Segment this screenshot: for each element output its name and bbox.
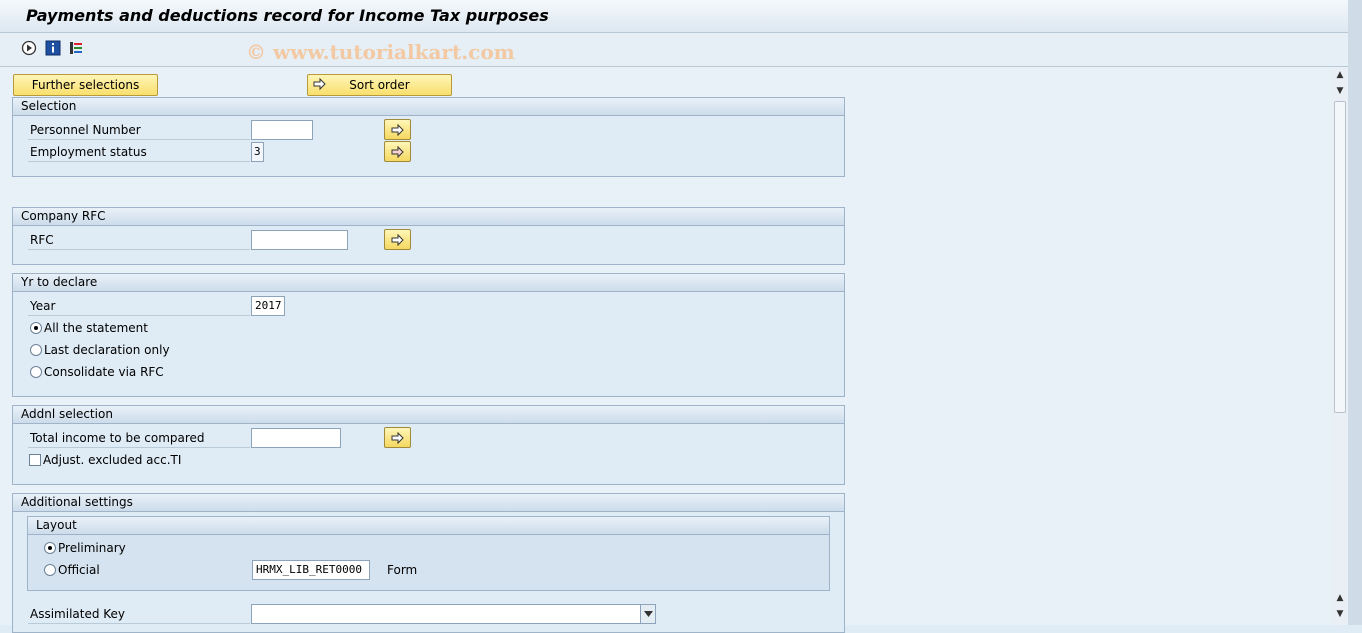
official-label: Official — [58, 563, 100, 577]
adjust-excluded-checkbox[interactable] — [29, 454, 41, 466]
company-rfc-header: Company RFC — [13, 208, 844, 226]
label-underline — [28, 623, 250, 624]
year-label: Year — [30, 299, 56, 313]
vertical-scrollbar[interactable]: ▲ ▼ ▲ ▼ — [1332, 67, 1348, 625]
label-underline — [28, 139, 250, 140]
dropdown-arrow-icon[interactable] — [640, 605, 655, 623]
arrow-right-icon — [391, 145, 404, 158]
employment-status-input[interactable]: 3 — [251, 142, 264, 162]
rfc-input[interactable] — [251, 230, 348, 250]
total-income-multiple-selection-button[interactable] — [384, 427, 411, 448]
scroll-up-icon[interactable]: ▲ — [1335, 593, 1345, 603]
scrollbar-thumb[interactable] — [1334, 101, 1346, 413]
total-income-label: Total income to be compared — [30, 431, 205, 445]
year-to-declare-group: Yr to declare Year 2017 All the statemen… — [12, 273, 845, 397]
employment-status-multiple-selection-button[interactable] — [384, 141, 411, 162]
arrow-right-icon — [391, 431, 404, 444]
label-underline — [28, 315, 250, 316]
arrow-right-icon — [391, 123, 404, 136]
addnl-selection-header: Addnl selection — [13, 406, 844, 424]
application-toolbar: © www.tutorialkart.com — [0, 33, 1348, 67]
official-radio[interactable] — [44, 564, 56, 576]
page-title: Payments and deductions record for Incom… — [26, 6, 549, 25]
addnl-selection-group: Addnl selection Total income to be compa… — [12, 405, 845, 485]
rfc-multiple-selection-button[interactable] — [384, 229, 411, 250]
watermark: © www.tutorialkart.com — [246, 40, 515, 64]
company-rfc-group: Company RFC RFC — [12, 207, 845, 265]
selection-group: Selection Personnel Number Employment st… — [12, 97, 845, 177]
label-underline — [28, 161, 250, 162]
sort-order-label: Sort order — [349, 78, 410, 92]
execute-icon[interactable] — [21, 40, 37, 56]
further-selections-button[interactable]: Further selections — [13, 74, 158, 96]
label-underline — [28, 447, 250, 448]
variant-icon[interactable] — [69, 40, 85, 56]
consolidate-rfc-radio[interactable] — [30, 366, 42, 378]
personnel-number-label: Personnel Number — [30, 123, 141, 137]
consolidate-rfc-label: Consolidate via RFC — [44, 365, 164, 379]
scroll-down-icon[interactable]: ▼ — [1335, 86, 1345, 96]
assimilated-key-dropdown[interactable] — [251, 604, 656, 624]
preliminary-radio[interactable] — [44, 542, 56, 554]
layout-group: Layout Preliminary Official HRMX_LIB_RET… — [27, 516, 830, 591]
additional-settings-group: Additional settings Layout Preliminary O… — [12, 493, 845, 633]
year-to-declare-header: Yr to declare — [13, 274, 844, 292]
preliminary-label: Preliminary — [58, 541, 126, 555]
label-underline — [28, 249, 250, 250]
additional-settings-header: Additional settings — [13, 494, 844, 512]
assimilated-key-label: Assimilated Key — [30, 607, 126, 621]
employment-status-label: Employment status — [30, 145, 147, 159]
personnel-number-input[interactable] — [251, 120, 313, 140]
sort-order-button[interactable]: Sort order — [307, 74, 452, 96]
selection-header: Selection — [13, 98, 844, 116]
arrow-right-icon — [313, 77, 327, 97]
arrow-right-icon — [391, 233, 404, 246]
window-edge — [1348, 0, 1362, 625]
all-statement-radio[interactable] — [30, 322, 42, 334]
selection-screen: Further selections Sort order Selection … — [0, 67, 1332, 633]
last-declaration-label: Last declaration only — [44, 343, 170, 357]
form-label: Form — [387, 563, 418, 577]
scroll-up-icon[interactable]: ▲ — [1335, 70, 1345, 80]
year-input[interactable]: 2017 — [251, 296, 285, 316]
rfc-label: RFC — [30, 233, 54, 247]
scroll-down-icon[interactable]: ▼ — [1335, 609, 1345, 619]
layout-header: Layout — [28, 517, 829, 535]
personnel-number-multiple-selection-button[interactable] — [384, 119, 411, 140]
last-declaration-radio[interactable] — [30, 344, 42, 356]
info-icon[interactable] — [45, 40, 61, 56]
total-income-input[interactable] — [251, 428, 341, 448]
adjust-excluded-label: Adjust. excluded acc.TI — [43, 453, 182, 467]
all-statement-label: All the statement — [44, 321, 148, 335]
form-input[interactable]: HRMX_LIB_RET0000 — [252, 560, 370, 580]
title-bar: Payments and deductions record for Incom… — [0, 0, 1348, 33]
